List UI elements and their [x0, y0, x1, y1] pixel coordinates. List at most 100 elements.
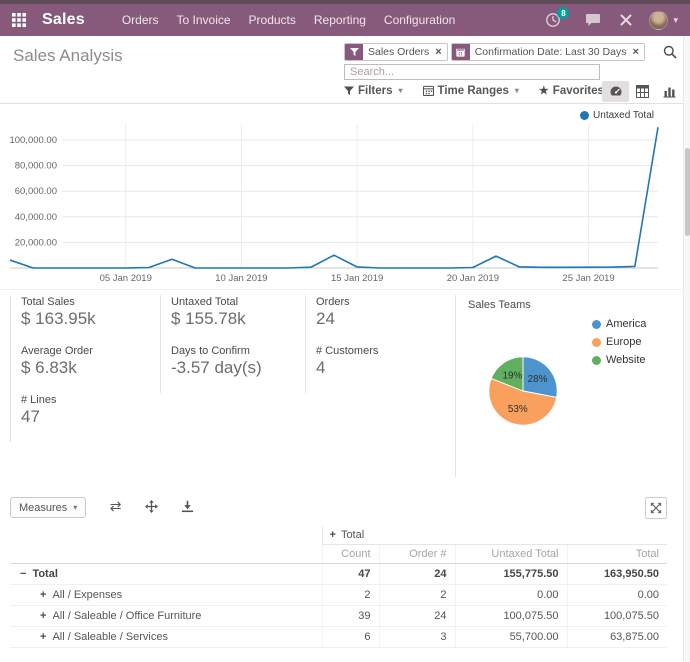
facet-confirmation-date[interactable]: Confirmation Date: Last 30 Days ×: [451, 43, 645, 61]
svg-text:05 Jan 2019: 05 Jan 2019: [100, 273, 152, 284]
kpi-lines: # Lines 47: [10, 393, 160, 442]
legend-untaxed-total[interactable]: Untaxed Total: [580, 110, 654, 121]
kpi-customers: # Customers 4: [305, 344, 455, 393]
odoo-window: Sales Orders To Invoice Products Reporti…: [0, 0, 690, 662]
app-title[interactable]: Sales: [42, 11, 85, 29]
expand-icon[interactable]: +: [40, 610, 46, 622]
svg-text:40,000.00: 40,000.00: [15, 212, 57, 223]
legend-america[interactable]: America: [592, 318, 646, 330]
page-scrollbar-track: [683, 36, 690, 662]
main-navbar: Sales Orders To Invoice Products Reporti…: [0, 4, 690, 36]
filters-button[interactable]: Filters▾: [344, 84, 403, 97]
search-icon[interactable]: [663, 45, 677, 64]
expand-all-icon[interactable]: [145, 500, 158, 513]
menu-to-invoice[interactable]: To Invoice: [168, 4, 240, 36]
activities-clock-icon[interactable]: 8: [545, 12, 561, 28]
control-panel: Sales Analysis Sales Orders × Confirmati…: [0, 36, 690, 104]
filter-funnel-icon: [344, 86, 354, 96]
svg-text:100,000.00: 100,000.00: [9, 135, 57, 146]
sales-teams-pie-chart: 28%53%19%: [487, 355, 559, 427]
apps-grid-icon[interactable]: [12, 13, 26, 27]
facet-sales-orders[interactable]: Sales Orders ×: [344, 43, 448, 61]
sales-teams-section: Sales Teams 28%53%19% America Europe Web…: [455, 295, 681, 477]
legend-dot: [592, 338, 601, 347]
pivot-view-button[interactable]: [629, 81, 656, 102]
page-scrollbar-thumb[interactable]: [685, 148, 690, 236]
pivot-toolbar: Measures▾ ⇄: [10, 497, 667, 521]
star-icon: ★: [539, 84, 549, 97]
calendar-icon: [423, 85, 434, 96]
facet-remove-icon[interactable]: ×: [631, 44, 643, 60]
download-icon[interactable]: [181, 500, 194, 513]
svg-text:20,000.00: 20,000.00: [15, 237, 57, 248]
legend-europe[interactable]: Europe: [592, 336, 646, 348]
menu-products[interactable]: Products: [240, 4, 305, 36]
messages-icon[interactable]: [585, 13, 601, 27]
svg-text:25 Jan 2019: 25 Jan 2019: [562, 273, 614, 284]
view-switcher: [602, 81, 683, 102]
dashboard-view-button[interactable]: [602, 81, 629, 102]
svg-text:60,000.00: 60,000.00: [15, 186, 57, 197]
untaxed-total-line-chart: 20,000.00 40,000.00 60,000.00 80,000.00 100,…: [0, 110, 690, 288]
page-title: Sales Analysis: [13, 46, 123, 66]
time-ranges-button[interactable]: Time Ranges▾: [423, 84, 519, 97]
facet-remove-icon[interactable]: ×: [434, 44, 446, 60]
row-label[interactable]: +All / Saleable / Services: [10, 627, 322, 648]
pie-legend: America Europe Website: [592, 318, 646, 372]
flip-axis-icon[interactable]: ⇄: [110, 498, 122, 514]
menu-configuration[interactable]: Configuration: [375, 4, 464, 36]
expand-icon[interactable]: +: [330, 529, 336, 541]
search-facets: Sales Orders × Confirmation Date: Last 3…: [344, 43, 645, 61]
svg-text:80,000.00: 80,000.00: [15, 161, 57, 172]
search-options: Filters▾ Time Ranges▾ ★ Favorites▾: [344, 84, 614, 97]
collapse-icon[interactable]: −: [20, 568, 26, 580]
svg-text:15 Jan 2019: 15 Jan 2019: [331, 273, 383, 284]
menu-reporting[interactable]: Reporting: [305, 4, 375, 36]
kpi-orders: Orders 24: [305, 295, 455, 344]
svg-text:10 Jan 2019: 10 Jan 2019: [215, 273, 267, 284]
menu-orders[interactable]: Orders: [113, 4, 168, 36]
systray: 8 ▾: [545, 11, 690, 30]
pie-title: Sales Teams: [468, 299, 681, 311]
pivot-table: +Total Count Order # Untaxed Total Total…: [10, 526, 667, 648]
expand-icon[interactable]: +: [40, 589, 46, 601]
filter-funnel-icon: [345, 44, 363, 60]
activity-count-badge: 8: [557, 7, 569, 19]
main-menu: Orders To Invoice Products Reporting Con…: [113, 4, 465, 36]
section-divider: [0, 289, 690, 290]
row-label[interactable]: −Total: [10, 564, 322, 585]
bar-chart-icon: [663, 85, 676, 98]
pivot-row-expenses: +All / Expenses 2 2 0.00 0.00: [10, 585, 667, 606]
user-avatar[interactable]: [649, 11, 668, 30]
table-grid-icon: [636, 85, 649, 98]
pivot-row-total: −Total 47 24 155,775.50 163,950.50: [10, 564, 667, 585]
graph-view-button[interactable]: [656, 81, 683, 102]
pivot-row-services: +All / Saleable / Services 6 3 55,700.00…: [10, 627, 667, 648]
user-menu-caret-icon[interactable]: ▾: [673, 15, 678, 26]
svg-text:20 Jan 2019: 20 Jan 2019: [447, 273, 499, 284]
column-group-total[interactable]: +Total: [322, 526, 667, 545]
row-label[interactable]: +All / Expenses: [10, 585, 322, 606]
tachometer-icon: [609, 85, 623, 99]
expand-icon[interactable]: +: [40, 631, 46, 643]
search-input[interactable]: [344, 64, 600, 80]
col-header-untaxed-total[interactable]: Untaxed Total: [455, 545, 567, 564]
col-header-total[interactable]: Total: [567, 545, 667, 564]
line-chart-canvas: 20,000.00 40,000.00 60,000.00 80,000.00 100,…: [0, 110, 690, 288]
expand-arrows-icon: [650, 502, 662, 514]
debug-tools-icon[interactable]: [619, 13, 633, 27]
calendar-icon: [452, 44, 470, 60]
col-header-count[interactable]: Count: [322, 545, 379, 564]
col-header-order[interactable]: Order #: [379, 545, 455, 564]
kpi-grid: Total Sales $ 163.95k Untaxed Total $ 15…: [10, 295, 455, 442]
fullscreen-button[interactable]: [645, 497, 667, 519]
kpi-total-sales: Total Sales $ 163.95k: [10, 295, 160, 344]
legend-dot: [580, 111, 589, 120]
row-label[interactable]: +All / Saleable / Office Furniture: [10, 606, 322, 627]
svg-text:28%: 28%: [528, 374, 548, 385]
measures-button[interactable]: Measures▾: [10, 497, 86, 518]
legend-website[interactable]: Website: [592, 354, 646, 366]
kpi-days-to-confirm: Days to Confirm -3.57 day(s): [160, 344, 305, 393]
svg-text:19%: 19%: [503, 371, 523, 382]
kpi-untaxed-total: Untaxed Total $ 155.78k: [160, 295, 305, 344]
